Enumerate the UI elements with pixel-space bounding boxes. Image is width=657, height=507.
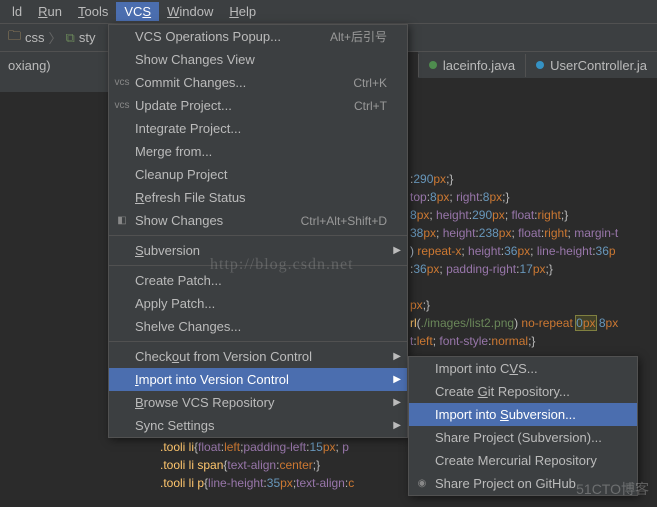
folder-icon: 🗀 (8, 27, 21, 49)
menu-help[interactable]: Help (221, 2, 264, 21)
menu-import-subversion[interactable]: Import into Subversion... (409, 403, 637, 426)
menu-show-changes[interactable]: ◧Show ChangesCtrl+Alt+Shift+D (109, 209, 407, 232)
editor-tabs: laceinfo.java UserController.ja (418, 52, 657, 78)
menu-vcs[interactable]: VCS (116, 2, 159, 21)
menu-separator (109, 341, 407, 342)
menu-create-patch[interactable]: Create Patch... (109, 269, 407, 292)
chevron-right-icon: ▶ (393, 245, 401, 256)
editor-area[interactable]: :290px;} top:8px; right:8px;} 8px; heigh… (410, 170, 618, 350)
menu-cleanup-project[interactable]: Cleanup Project (109, 163, 407, 186)
crumb-css: css (25, 30, 45, 45)
tab-usercontroller[interactable]: UserController.ja (525, 54, 657, 77)
menubar: ld Run Tools VCS Window Help (0, 0, 657, 24)
menu-share-github[interactable]: ◉Share Project on GitHub (409, 472, 637, 495)
menu-merge-from[interactable]: Merge from... (109, 140, 407, 163)
menu-commit-changes[interactable]: vcsCommit Changes...Ctrl+K (109, 71, 407, 94)
menu-apply-patch[interactable]: Apply Patch... (109, 292, 407, 315)
menu-run[interactable]: Run (30, 2, 70, 21)
tab-laceinfo[interactable]: laceinfo.java (418, 54, 525, 77)
menu-update-project[interactable]: vcsUpdate Project...Ctrl+T (109, 94, 407, 117)
menu-build[interactable]: ld (4, 2, 30, 21)
sidebar-label: oxiang) (8, 58, 51, 73)
java-icon (536, 61, 544, 69)
tab-label: laceinfo.java (443, 58, 515, 73)
menu-refresh-file-status[interactable]: Refresh File Status (109, 186, 407, 209)
menu-sync-settings[interactable]: Sync Settings▶ (109, 414, 407, 437)
chevron-right-icon: ▶ (393, 374, 401, 385)
chevron-right-icon: ▶ (393, 351, 401, 362)
menu-separator (109, 235, 407, 236)
breadcrumb[interactable]: 🗀 css (8, 27, 45, 49)
chevron-right-icon: ▶ (393, 397, 401, 408)
menu-integrate-project[interactable]: Integrate Project... (109, 117, 407, 140)
menu-checkout-from-vc[interactable]: Checkout from Version Control▶ (109, 345, 407, 368)
tab-label: UserController.ja (550, 58, 647, 73)
css-file-icon: ⧉ (66, 30, 75, 46)
chevron-right-icon: ▶ (393, 420, 401, 431)
github-icon: ◉ (413, 478, 431, 489)
menu-create-hg-repo[interactable]: Create Mercurial Repository (409, 449, 637, 472)
menu-import-into-vc[interactable]: Import into Version Control▶ (109, 368, 407, 391)
menu-subversion[interactable]: Subversion▶ (109, 239, 407, 262)
menu-browse-vcs-repo[interactable]: Browse VCS Repository▶ (109, 391, 407, 414)
breadcrumb-file[interactable]: ⧉ sty (66, 30, 96, 46)
vcs-menu: VCS Operations Popup...Alt+后引号 Show Chan… (108, 24, 408, 438)
menu-tools[interactable]: Tools (70, 2, 116, 21)
menu-share-project-svn[interactable]: Share Project (Subversion)... (409, 426, 637, 449)
menu-window[interactable]: Window (159, 2, 221, 21)
menu-import-cvs[interactable]: Import into CVS... (409, 357, 637, 380)
menu-vcs-operations-popup[interactable]: VCS Operations Popup...Alt+后引号 (109, 25, 407, 48)
crumb-sty: sty (79, 30, 96, 45)
menu-separator (109, 265, 407, 266)
vcs-icon: vcs (113, 77, 131, 88)
java-icon (429, 61, 437, 69)
menu-shelve-changes[interactable]: Shelve Changes... (109, 315, 407, 338)
menu-show-changes-view[interactable]: Show Changes View (109, 48, 407, 71)
menu-create-git-repo[interactable]: Create Git Repository... (409, 380, 637, 403)
vcs-icon: vcs (113, 100, 131, 111)
diff-icon: ◧ (113, 215, 131, 226)
project-sidebar: oxiang) (0, 52, 110, 92)
import-into-vc-submenu: Import into CVS... Create Git Repository… (408, 356, 638, 496)
